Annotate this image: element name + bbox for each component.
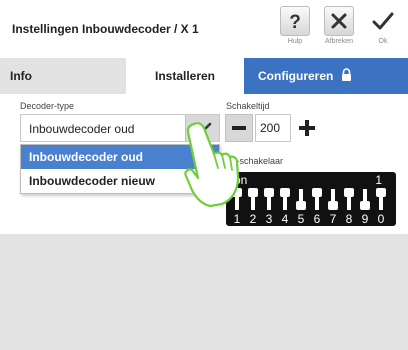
dip-number: 5 [297,212,305,226]
dip-number: 9 [361,212,369,226]
help-icon: ? [280,6,310,36]
switch-time-value[interactable]: 200 [255,114,291,142]
tab-installeren[interactable]: Installeren [126,58,244,94]
pointer-hand-icon [184,122,240,208]
tab-bar: Info Installeren Configureren [0,58,408,94]
title-bar: Instellingen Inbouwdecoder / X 1 ? Hulp … [0,0,408,58]
ok-button[interactable]: Ok [366,6,400,52]
dip-number: 2 [249,212,257,226]
cancel-label: Afbreken [324,38,354,45]
window-title: Instellingen Inbouwdecoder / X 1 [12,22,199,36]
close-icon [324,6,354,36]
decoder-type-label: Decoder-type [20,101,75,111]
help-button[interactable]: ? Hulp [278,6,312,52]
dip-toggle[interactable] [247,186,259,212]
dip-toggle[interactable] [263,186,275,212]
lock-icon [341,68,352,84]
empty-area [0,234,408,350]
dip-toggle[interactable] [327,186,339,212]
dip-toggle[interactable] [343,186,355,212]
svg-text:?: ? [289,12,301,31]
tab-configureren[interactable]: Configureren [244,58,408,94]
decoder-type-value: Inbouwdecoder oud [29,122,135,136]
dip-number: 3 [265,212,273,226]
dip-number: 7 [329,212,337,226]
help-label: Hulp [287,38,303,45]
dip-one-label: 1 [375,173,382,187]
dip-switch: on 1 1 2 3 4 5 6 7 8 9 0 [226,172,396,226]
ok-label: Ok [378,38,388,45]
increment-button[interactable] [293,114,321,142]
cancel-button[interactable]: Afbreken [322,6,356,52]
dip-number: 8 [345,212,353,226]
dip-toggle[interactable] [295,186,307,212]
dip-toggle[interactable] [375,186,387,212]
dip-number: 0 [377,212,385,226]
dip-toggle[interactable] [311,186,323,212]
dip-number: 6 [313,212,321,226]
tab-configureren-label: Configureren [258,69,334,83]
dip-toggle[interactable] [359,186,371,212]
dip-toggle[interactable] [279,186,291,212]
dip-number: 1 [233,212,241,226]
plus-icon [299,120,315,136]
dip-number: 4 [281,212,289,226]
tab-info[interactable]: Info [0,58,126,94]
switch-time-label: Schakeltijd [226,101,270,111]
check-icon [368,6,398,36]
